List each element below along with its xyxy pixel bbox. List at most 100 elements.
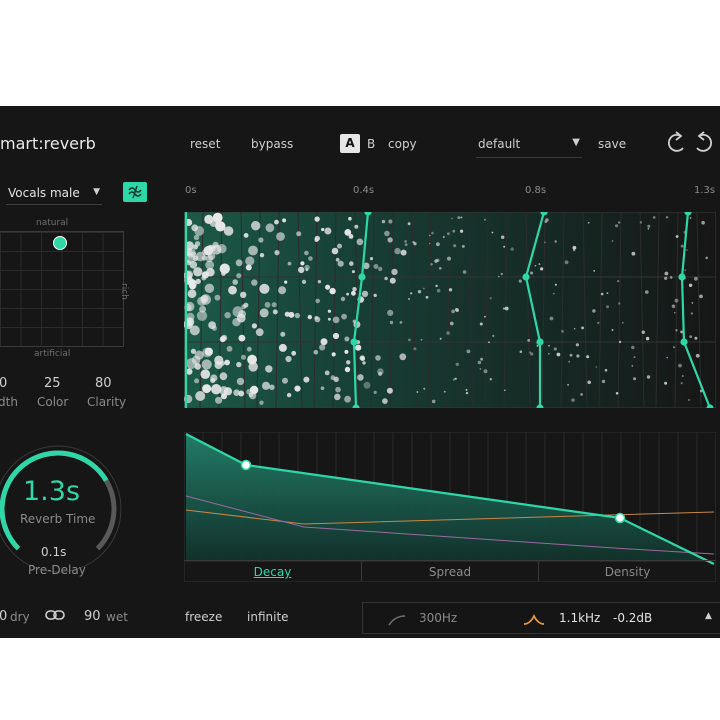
reset-button[interactable]: reset (190, 137, 220, 151)
copy-button[interactable]: copy (388, 137, 417, 151)
particle (561, 329, 564, 333)
particle (191, 355, 201, 365)
infinite-button[interactable]: infinite (247, 610, 289, 624)
particle (674, 298, 679, 303)
particle (220, 361, 225, 366)
particle (439, 337, 442, 340)
ab-b-button[interactable]: B (367, 137, 375, 151)
particle (389, 320, 394, 325)
particle (211, 325, 217, 331)
undo-icon[interactable] (666, 130, 688, 154)
timeline-tick: 0.4s (353, 185, 375, 196)
particle (567, 383, 570, 386)
particle (412, 241, 415, 244)
particle (425, 295, 429, 299)
bell-eq-icon[interactable] (523, 611, 545, 630)
timeline-tick: 0s (185, 185, 197, 196)
freeze-button[interactable]: freeze (185, 610, 222, 624)
particle (196, 310, 208, 321)
width-value[interactable]: 0 (0, 376, 7, 391)
particle (673, 311, 676, 314)
particle (389, 277, 396, 284)
particle (483, 218, 486, 221)
chevron-up-icon[interactable]: ▲ (705, 611, 712, 621)
particle (479, 322, 483, 326)
particle (451, 217, 453, 220)
particle (344, 395, 351, 403)
particle (462, 270, 467, 274)
particle (352, 287, 357, 292)
decay-handle[interactable] (614, 512, 626, 524)
particle (586, 355, 590, 359)
tab-spread[interactable]: Spread (362, 561, 539, 581)
particle (287, 261, 292, 266)
particle (527, 339, 531, 342)
character-pad-handle[interactable] (53, 236, 67, 250)
particle (691, 302, 694, 304)
particle (259, 308, 269, 318)
low-cut-icon[interactable] (387, 611, 407, 630)
particle (451, 309, 455, 314)
particle (194, 226, 205, 236)
preset-dropdown[interactable]: default ▼ (476, 134, 582, 158)
particle (554, 283, 557, 286)
reflection-visualizer[interactable] (184, 212, 716, 408)
particle (232, 306, 244, 318)
particle (452, 229, 456, 233)
particle (202, 384, 212, 394)
clarity-value[interactable]: 80 (95, 376, 112, 391)
particle (387, 237, 393, 243)
particle (575, 343, 579, 347)
particle (540, 267, 544, 271)
ab-a-button[interactable]: A (340, 134, 360, 153)
save-button[interactable]: save (598, 137, 626, 151)
low-cut-value[interactable]: 300Hz (419, 611, 457, 625)
envelope-handle (536, 338, 544, 346)
particle (446, 331, 450, 335)
particle (673, 346, 675, 349)
color-value[interactable]: 25 (44, 376, 61, 391)
particle (304, 250, 309, 256)
particle (466, 349, 471, 354)
eq-gain-value[interactable]: -0.2dB (613, 611, 652, 625)
particle (504, 389, 506, 392)
link-icon[interactable] (45, 607, 65, 626)
particle (601, 379, 606, 384)
predelay-value[interactable]: 0.1s (41, 545, 66, 559)
tab-density[interactable]: Density (539, 561, 716, 581)
chevron-down-icon: ▼ (572, 137, 580, 148)
eq-frequency-value[interactable]: 1.1kHz (559, 611, 600, 625)
wet-value[interactable]: 90 (84, 609, 101, 624)
particle (228, 285, 237, 295)
width-label: dth (0, 395, 18, 409)
particle (399, 321, 403, 324)
character-pad-right-label: rich (119, 283, 129, 300)
particle (356, 238, 364, 246)
dry-label: dry (10, 610, 30, 624)
dry-value[interactable]: 0 (0, 609, 7, 624)
particle (245, 264, 252, 271)
particle (330, 375, 336, 381)
particle (346, 292, 349, 296)
adaptive-mode-button[interactable] (123, 182, 147, 202)
tab-decay[interactable]: Decay (184, 561, 362, 581)
particle (548, 353, 550, 355)
particle (209, 219, 218, 227)
character-pad[interactable] (0, 231, 124, 347)
profile-value: Vocals male (8, 186, 80, 200)
particle (413, 347, 417, 351)
particle (442, 236, 445, 238)
particle (647, 224, 651, 228)
particle (688, 398, 691, 402)
particle (689, 217, 692, 219)
decay-handle[interactable] (240, 459, 252, 471)
redo-icon[interactable] (692, 130, 714, 154)
particle (410, 292, 413, 295)
particle (324, 227, 332, 235)
particle (186, 312, 195, 322)
profile-dropdown[interactable]: Vocals male ▼ (6, 184, 102, 205)
particle (369, 257, 374, 261)
bypass-button[interactable]: bypass (251, 137, 293, 151)
character-pad-bottom-label: artificial (34, 349, 71, 359)
particle (646, 375, 651, 379)
